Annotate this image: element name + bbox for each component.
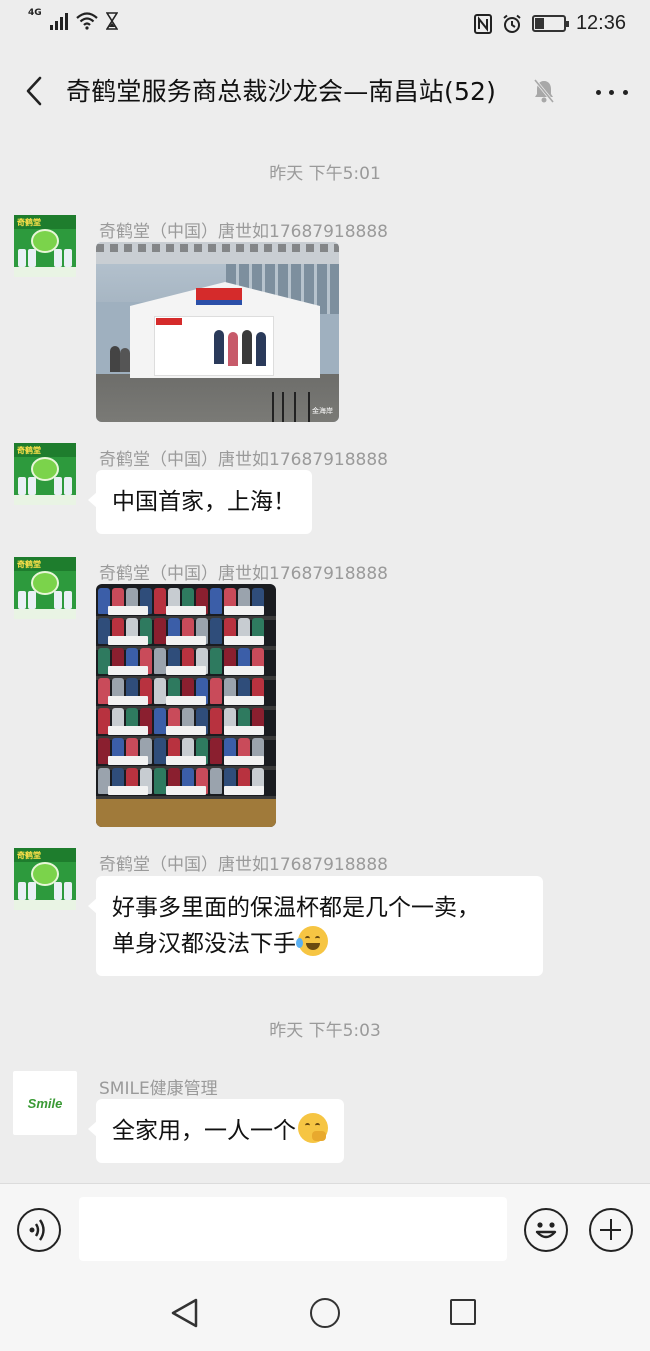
sender-name: SMILE健康管理: [99, 1079, 218, 1099]
laugh-cry-emoji-icon: [296, 926, 328, 956]
sender-name: 奇鹤堂（中国）唐世如17687918888: [99, 855, 388, 875]
message-input[interactable]: [79, 1197, 507, 1261]
battery-icon: [531, 15, 569, 32]
status-bar: 4G 12:36: [0, 0, 650, 50]
message-text: 全家用，一人一个: [112, 1118, 296, 1144]
emoji-button[interactable]: [524, 1208, 568, 1252]
alarm-icon: [503, 14, 521, 33]
sender-name: 奇鹤堂（中国）唐世如17687918888: [99, 450, 388, 470]
image-message-bottles[interactable]: [96, 584, 276, 827]
network-type: 4G: [28, 8, 42, 18]
message-text-line: 好事多里面的保温杯都是几个一卖，: [112, 895, 480, 921]
text-message-bubble[interactable]: 好事多里面的保温杯都是几个一卖， 单身汉都没法下手: [88, 876, 543, 976]
sender-avatar[interactable]: 奇鹤堂: [14, 557, 76, 619]
thinking-emoji-icon: [298, 1113, 328, 1143]
sender-avatar[interactable]: Smile: [13, 1071, 77, 1135]
more-actions-button[interactable]: [589, 1208, 633, 1252]
sender-avatar[interactable]: 奇鹤堂: [14, 443, 76, 505]
smiley-icon: [535, 1222, 557, 1239]
text-message-bubble[interactable]: 中国首家，上海！: [88, 470, 312, 534]
mute-bell-icon: [533, 79, 555, 103]
more-options-button[interactable]: [592, 78, 632, 106]
input-bar: [0, 1183, 650, 1277]
text-message-bubble[interactable]: 全家用，一人一个: [88, 1099, 344, 1163]
hourglass-icon: [105, 12, 118, 30]
image-watermark: 金海岸: [312, 407, 333, 415]
voice-icon: [29, 1219, 45, 1241]
nav-back-icon[interactable]: [168, 1297, 202, 1329]
message-text: 中国首家，上海！: [112, 489, 296, 515]
timestamp: 昨天 下午5:01: [269, 164, 381, 184]
system-nav-bar: [0, 1277, 650, 1351]
smile-logo: Smile: [27, 1095, 63, 1111]
chat-title: 奇鹤堂服务商总裁沙龙会—南昌站(52): [66, 77, 497, 106]
status-left: 4G: [28, 8, 118, 30]
image-message-costco[interactable]: 金海岸: [96, 242, 339, 422]
wifi-icon: [75, 12, 98, 30]
status-right: 12:36: [473, 12, 626, 35]
nav-home-icon[interactable]: [310, 1298, 340, 1328]
chat-header: 奇鹤堂服务商总裁沙龙会—南昌站(52): [0, 50, 650, 132]
message-text-line: 单身汉都没法下手: [112, 931, 296, 957]
signal-icon: [49, 12, 68, 30]
back-button[interactable]: [14, 70, 54, 112]
avatar-banner-text: 奇鹤堂: [17, 218, 41, 227]
sender-name: 奇鹤堂（中国）唐世如17687918888: [99, 222, 388, 242]
status-time: 12:36: [575, 12, 626, 34]
sender-avatar[interactable]: 奇鹤堂: [14, 215, 76, 277]
sender-avatar[interactable]: 奇鹤堂: [14, 848, 76, 910]
sender-name: 奇鹤堂（中国）唐世如17687918888: [99, 564, 388, 584]
timestamp: 昨天 下午5:03: [269, 1021, 381, 1041]
voice-input-button[interactable]: [17, 1208, 61, 1252]
nfc-icon: [473, 13, 492, 34]
chevron-left-icon: [26, 76, 42, 106]
nav-recents-icon[interactable]: [450, 1299, 476, 1325]
